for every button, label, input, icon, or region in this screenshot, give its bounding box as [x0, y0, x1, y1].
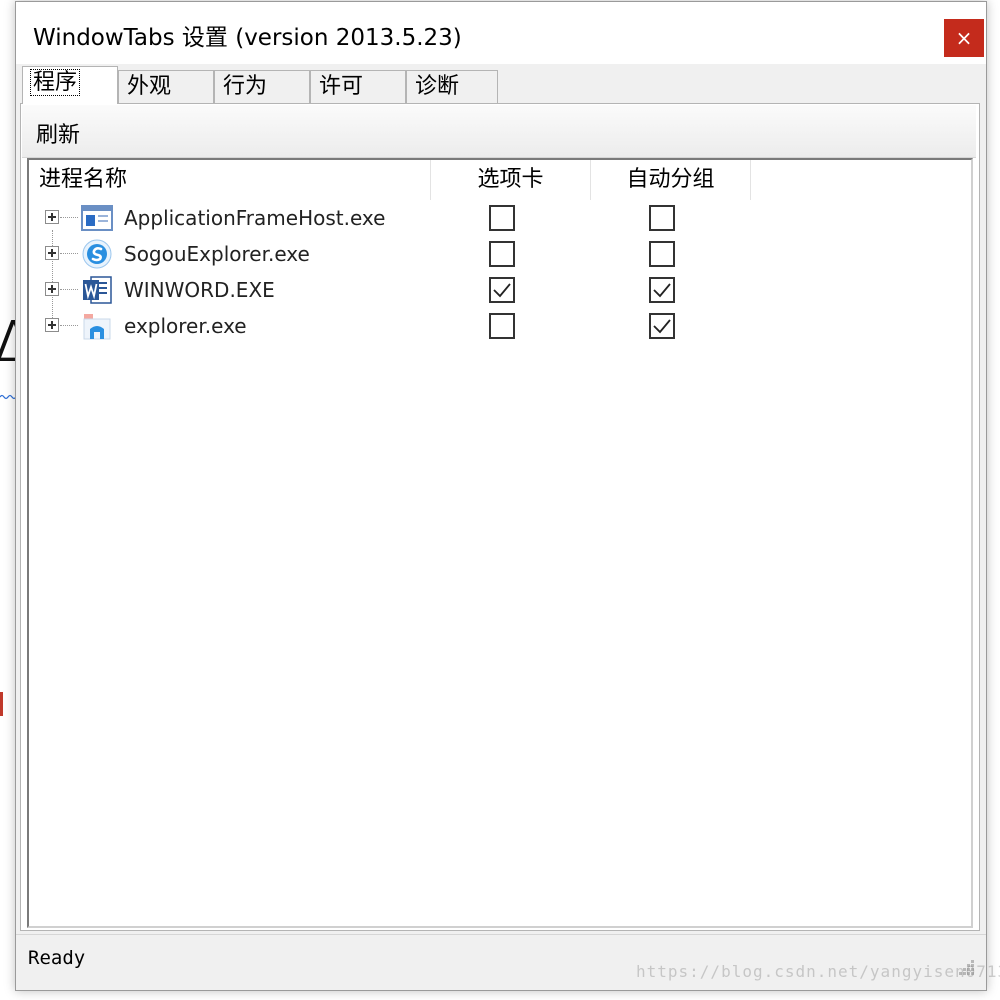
explorer-icon [83, 314, 111, 340]
tree-connector-line [60, 289, 78, 290]
autogroup-checkbox[interactable] [649, 313, 675, 339]
tab-appearance[interactable]: 外观 [118, 70, 214, 104]
background-red-mark [0, 692, 3, 716]
autogroup-checkbox[interactable] [649, 277, 675, 303]
tab-license[interactable]: 许可 [310, 70, 406, 104]
tree-connector-line [60, 217, 78, 218]
list-item[interactable]: explorer.exe [29, 308, 969, 344]
tabs-checkbox[interactable] [489, 241, 515, 267]
process-name: SogouExplorer.exe [124, 242, 310, 266]
close-button[interactable]: × [944, 19, 984, 57]
expand-icon[interactable] [45, 246, 59, 260]
column-header-name[interactable]: 进程名称 [29, 160, 431, 200]
status-text: Ready [28, 947, 86, 969]
sogou-explorer-icon [82, 239, 112, 269]
expand-icon[interactable] [45, 318, 59, 332]
list-item[interactable]: SogouExplorer.exe [29, 236, 969, 272]
process-name: explorer.exe [124, 314, 247, 338]
tab-page-programs: 刷新 进程名称 选项卡 自动分组 ApplicationFrameHost.ex… [20, 103, 980, 931]
tab-behavior[interactable]: 行为 [214, 70, 310, 104]
tabs-checkbox[interactable] [489, 313, 515, 339]
autogroup-checkbox[interactable] [649, 205, 675, 231]
application-frame-icon [81, 205, 113, 231]
expand-icon[interactable] [45, 282, 59, 296]
tabs-checkbox[interactable] [489, 277, 515, 303]
tab-programs[interactable]: 程序 [22, 66, 118, 104]
toolbar: 刷新 [22, 105, 976, 158]
list-item[interactable]: ApplicationFrameHost.exe [29, 200, 969, 236]
refresh-button[interactable]: 刷新 [36, 117, 80, 149]
checkmark-icon [653, 319, 671, 334]
list-item[interactable]: WINWORD.EXE [29, 272, 969, 308]
tabs-checkbox[interactable] [489, 205, 515, 231]
watermark: https://blog.csdn.net/yangyisen0713 [636, 962, 1000, 981]
tab-strip: 程序 外观 行为 许可 诊断 [20, 66, 980, 104]
process-name: WINWORD.EXE [124, 278, 275, 302]
word-icon [83, 276, 112, 304]
title-bar: WindowTabs 设置 (version 2013.5.23) × [16, 2, 986, 64]
column-header-autogroup[interactable]: 自动分组 [591, 160, 751, 200]
settings-dialog: WindowTabs 设置 (version 2013.5.23) × 程序 外… [15, 1, 987, 991]
close-icon: × [955, 26, 973, 50]
column-header-tabs[interactable]: 选项卡 [431, 160, 591, 200]
tree-connector-line [60, 253, 78, 254]
process-tree-list[interactable]: 进程名称 选项卡 自动分组 ApplicationFrameHost.exe S… [27, 158, 973, 928]
tab-diagnostics[interactable]: 诊断 [406, 70, 498, 104]
window-title: WindowTabs 设置 (version 2013.5.23) [33, 25, 462, 51]
expand-icon[interactable] [45, 210, 59, 224]
tree-connector-line [60, 325, 78, 326]
checkmark-icon [493, 283, 511, 298]
autogroup-checkbox[interactable] [649, 241, 675, 267]
checkmark-icon [653, 283, 671, 298]
process-name: ApplicationFrameHost.exe [124, 206, 386, 230]
